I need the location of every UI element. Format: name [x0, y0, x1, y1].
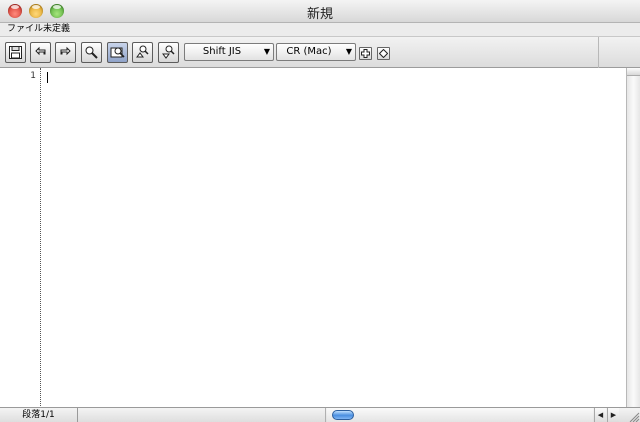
resize-grip[interactable]	[627, 408, 640, 422]
popup-arrow-icon: ▼	[263, 47, 270, 56]
line-number-gutter: 1	[0, 68, 41, 408]
text-caret	[47, 72, 48, 83]
scroll-right-button[interactable]: ▶	[607, 408, 619, 422]
editor-window: 新規 ファイル未定義 Shift JIS ▼ CR (Mac) ▼ 1 段落1/…	[0, 0, 640, 422]
find-next-icon	[162, 45, 175, 59]
scrollbar-top-cap	[627, 68, 640, 76]
line-ending-popup[interactable]: CR (Mac) ▼	[276, 43, 356, 61]
redo-button[interactable]	[55, 42, 76, 63]
line-ending-value: CR (Mac)	[286, 46, 332, 57]
find-previous-icon	[136, 45, 149, 58]
find-selected-button[interactable]	[107, 42, 128, 63]
diamond-icon	[379, 49, 388, 58]
status-field	[80, 408, 326, 422]
file-status-label: ファイル未定義	[7, 24, 71, 34]
find-previous-button[interactable]	[132, 42, 153, 63]
undo-button[interactable]	[30, 42, 51, 63]
encoding-popup[interactable]: Shift JIS ▼	[184, 43, 274, 61]
window-title: 新規	[306, 7, 333, 22]
plus-icon	[361, 49, 370, 58]
horizontal-scroll-thumb[interactable]	[332, 410, 354, 420]
undo-icon	[35, 46, 46, 56]
toolbar-divider	[598, 37, 599, 68]
status-bar: 段落1/1 ◀ ▶	[0, 407, 640, 422]
find-selected-icon	[110, 47, 125, 58]
line-number: 1	[30, 71, 36, 81]
text-editor[interactable]: 1	[0, 68, 626, 408]
resize-grip-icon	[629, 412, 640, 422]
popup-arrow-icon: ▼	[345, 47, 352, 56]
add-button[interactable]	[359, 47, 372, 60]
find-icon	[85, 46, 98, 59]
horizontal-scrollbar[interactable]	[327, 408, 593, 422]
find-next-button[interactable]	[158, 42, 179, 63]
paragraph-indicator: 段落1/1	[0, 408, 78, 422]
redo-icon	[60, 46, 71, 56]
toolbar: Shift JIS ▼ CR (Mac) ▼	[0, 36, 640, 68]
save-button[interactable]	[5, 42, 26, 63]
find-button[interactable]	[81, 42, 102, 63]
title-bar[interactable]: 新規	[0, 0, 640, 23]
file-info-bar: ファイル未定義	[0, 23, 640, 36]
scroll-left-button[interactable]: ◀	[594, 408, 606, 422]
diamond-button[interactable]	[377, 47, 390, 60]
encoding-value: Shift JIS	[202, 46, 242, 57]
vertical-scrollbar[interactable]	[626, 68, 640, 408]
save-icon	[9, 46, 22, 59]
